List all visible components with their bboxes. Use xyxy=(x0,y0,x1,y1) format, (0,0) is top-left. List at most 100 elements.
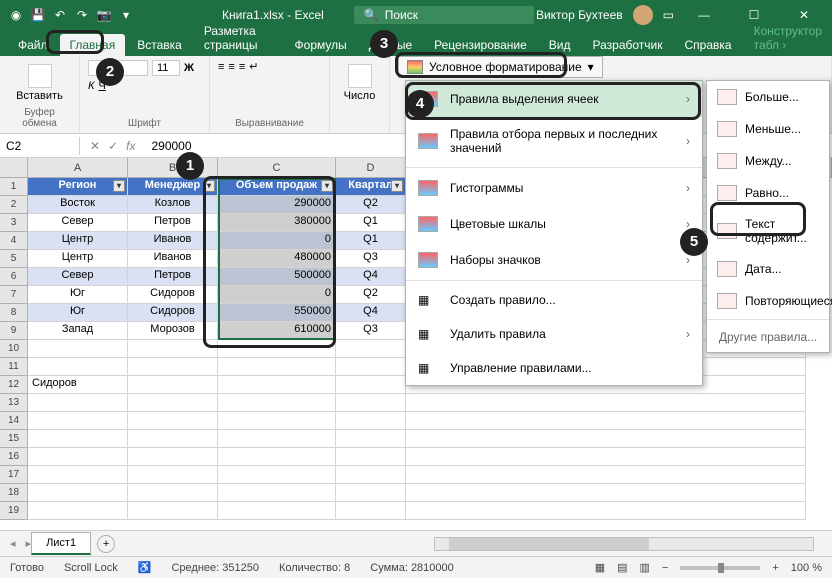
row-header[interactable]: 12 xyxy=(0,376,28,394)
cell[interactable] xyxy=(406,430,806,448)
zoom-in-button[interactable]: + xyxy=(772,562,778,574)
row-header[interactable]: 19 xyxy=(0,502,28,520)
cell[interactable] xyxy=(218,376,336,394)
cell[interactable] xyxy=(406,484,806,502)
cell[interactable] xyxy=(218,430,336,448)
name-box[interactable]: C2 xyxy=(0,137,80,155)
menu-colorscales[interactable]: Цветовые шкалы › xyxy=(406,206,702,242)
cell[interactable] xyxy=(218,412,336,430)
cell[interactable] xyxy=(406,394,806,412)
paste-button[interactable]: Вставить xyxy=(8,60,71,106)
col-header[interactable]: A xyxy=(28,158,128,177)
row-header[interactable]: 2 xyxy=(0,196,28,214)
save-icon[interactable]: 💾 xyxy=(30,8,46,22)
username-label[interactable]: Виктор Бухтеев xyxy=(536,8,623,22)
ribbon-options-icon[interactable]: ▭ xyxy=(663,8,674,22)
cell[interactable] xyxy=(218,358,336,376)
font-size-input[interactable] xyxy=(152,60,180,76)
cell[interactable] xyxy=(336,430,406,448)
submenu-date[interactable]: Дата... xyxy=(707,253,829,285)
cell[interactable] xyxy=(128,358,218,376)
row-header[interactable]: 13 xyxy=(0,394,28,412)
cell-manager[interactable]: Сидоров xyxy=(128,286,218,304)
table-header[interactable]: Объем продаж▾ xyxy=(218,178,336,196)
tab-insert[interactable]: Вставка xyxy=(127,34,192,56)
tab-home[interactable]: Главная xyxy=(60,34,126,56)
row-header[interactable]: 3 xyxy=(0,214,28,232)
view-pagebreak-icon[interactable]: ▥ xyxy=(640,561,650,574)
cell[interactable] xyxy=(128,502,218,520)
horizontal-scrollbar[interactable] xyxy=(434,537,814,551)
cell[interactable] xyxy=(128,412,218,430)
col-header[interactable]: D xyxy=(336,158,406,177)
row-header[interactable]: 17 xyxy=(0,466,28,484)
align-left-icon[interactable]: ≡ xyxy=(218,61,224,73)
wrap-text-icon[interactable]: ↵ xyxy=(249,60,258,73)
cell-value[interactable]: 550000 xyxy=(218,304,336,322)
menu-highlight-rules[interactable]: Правила выделения ячеек › xyxy=(406,81,702,117)
search-box[interactable]: 🔍 Поиск xyxy=(354,6,534,24)
cell[interactable] xyxy=(28,394,128,412)
align-center-icon[interactable]: ≡ xyxy=(228,61,234,73)
row-header[interactable]: 10 xyxy=(0,340,28,358)
zoom-level[interactable]: 100 % xyxy=(791,562,822,574)
cell[interactable] xyxy=(28,358,128,376)
cell-quarter[interactable]: Q4 xyxy=(336,304,406,322)
table-header[interactable]: Квартал▾ xyxy=(336,178,406,196)
zoom-slider[interactable] xyxy=(680,566,760,570)
tab-developer[interactable]: Разработчик xyxy=(583,34,673,56)
cell-region[interactable]: Север xyxy=(28,268,128,286)
menu-new-rule[interactable]: ▦ Создать правило... xyxy=(406,283,702,317)
cell[interactable] xyxy=(128,430,218,448)
cell[interactable] xyxy=(218,448,336,466)
row-header[interactable]: 16 xyxy=(0,448,28,466)
cell-manager[interactable]: Козлов xyxy=(128,196,218,214)
cell-manager[interactable]: Иванов xyxy=(128,250,218,268)
cell-manager[interactable]: Петров xyxy=(128,268,218,286)
cell-value[interactable]: 380000 xyxy=(218,214,336,232)
submenu-between[interactable]: Между... xyxy=(707,145,829,177)
cell[interactable] xyxy=(128,376,218,394)
tab-contextual[interactable]: Конструктор табл › xyxy=(744,20,832,56)
cell-quarter[interactable]: Q4 xyxy=(336,268,406,286)
cell[interactable] xyxy=(128,340,218,358)
cell[interactable] xyxy=(28,430,128,448)
row-header[interactable]: 7 xyxy=(0,286,28,304)
cell[interactable] xyxy=(218,466,336,484)
row-header[interactable]: 4 xyxy=(0,232,28,250)
tab-pagelayout[interactable]: Разметка страницы xyxy=(194,20,283,56)
cell-value[interactable]: 480000 xyxy=(218,250,336,268)
menu-iconsets[interactable]: Наборы значков › xyxy=(406,242,702,278)
tab-view[interactable]: Вид xyxy=(539,34,581,56)
cell-quarter[interactable]: Q3 xyxy=(336,322,406,340)
cell[interactable] xyxy=(406,502,806,520)
cell[interactable] xyxy=(128,484,218,502)
cell-region[interactable]: Центр xyxy=(28,232,128,250)
row-header[interactable]: 8 xyxy=(0,304,28,322)
cell[interactable] xyxy=(28,502,128,520)
cell-region[interactable]: Запад xyxy=(28,322,128,340)
table-header[interactable]: Регион▾ xyxy=(28,178,128,196)
cell[interactable] xyxy=(406,448,806,466)
submenu-other-rules[interactable]: Другие правила... xyxy=(707,322,829,352)
cell-quarter[interactable]: Q3 xyxy=(336,250,406,268)
cell[interactable] xyxy=(128,394,218,412)
sheet-nav-prev-icon[interactable]: ◂ xyxy=(0,537,26,550)
cell[interactable] xyxy=(406,466,806,484)
fx-icon[interactable]: fx xyxy=(126,139,135,153)
cancel-formula-icon[interactable]: ✕ xyxy=(90,139,100,153)
italic-button[interactable]: К xyxy=(88,80,94,92)
col-header[interactable]: B xyxy=(128,158,218,177)
cell-region[interactable]: Центр xyxy=(28,250,128,268)
cell[interactable] xyxy=(28,448,128,466)
add-sheet-button[interactable]: + xyxy=(97,535,115,553)
cell[interactable] xyxy=(336,394,406,412)
row-header[interactable]: 6 xyxy=(0,268,28,286)
menu-clear-rules[interactable]: ▦ Удалить правила › xyxy=(406,317,702,351)
menu-toprules[interactable]: Правила отбора первых и последних значен… xyxy=(406,117,702,165)
cell[interactable] xyxy=(218,394,336,412)
cell[interactable] xyxy=(218,484,336,502)
conditional-formatting-button[interactable]: Условное форматирование ▾ xyxy=(398,56,603,78)
cell-value[interactable]: 290000 xyxy=(218,196,336,214)
submenu-text-contains[interactable]: Текст содержит... xyxy=(707,209,829,253)
